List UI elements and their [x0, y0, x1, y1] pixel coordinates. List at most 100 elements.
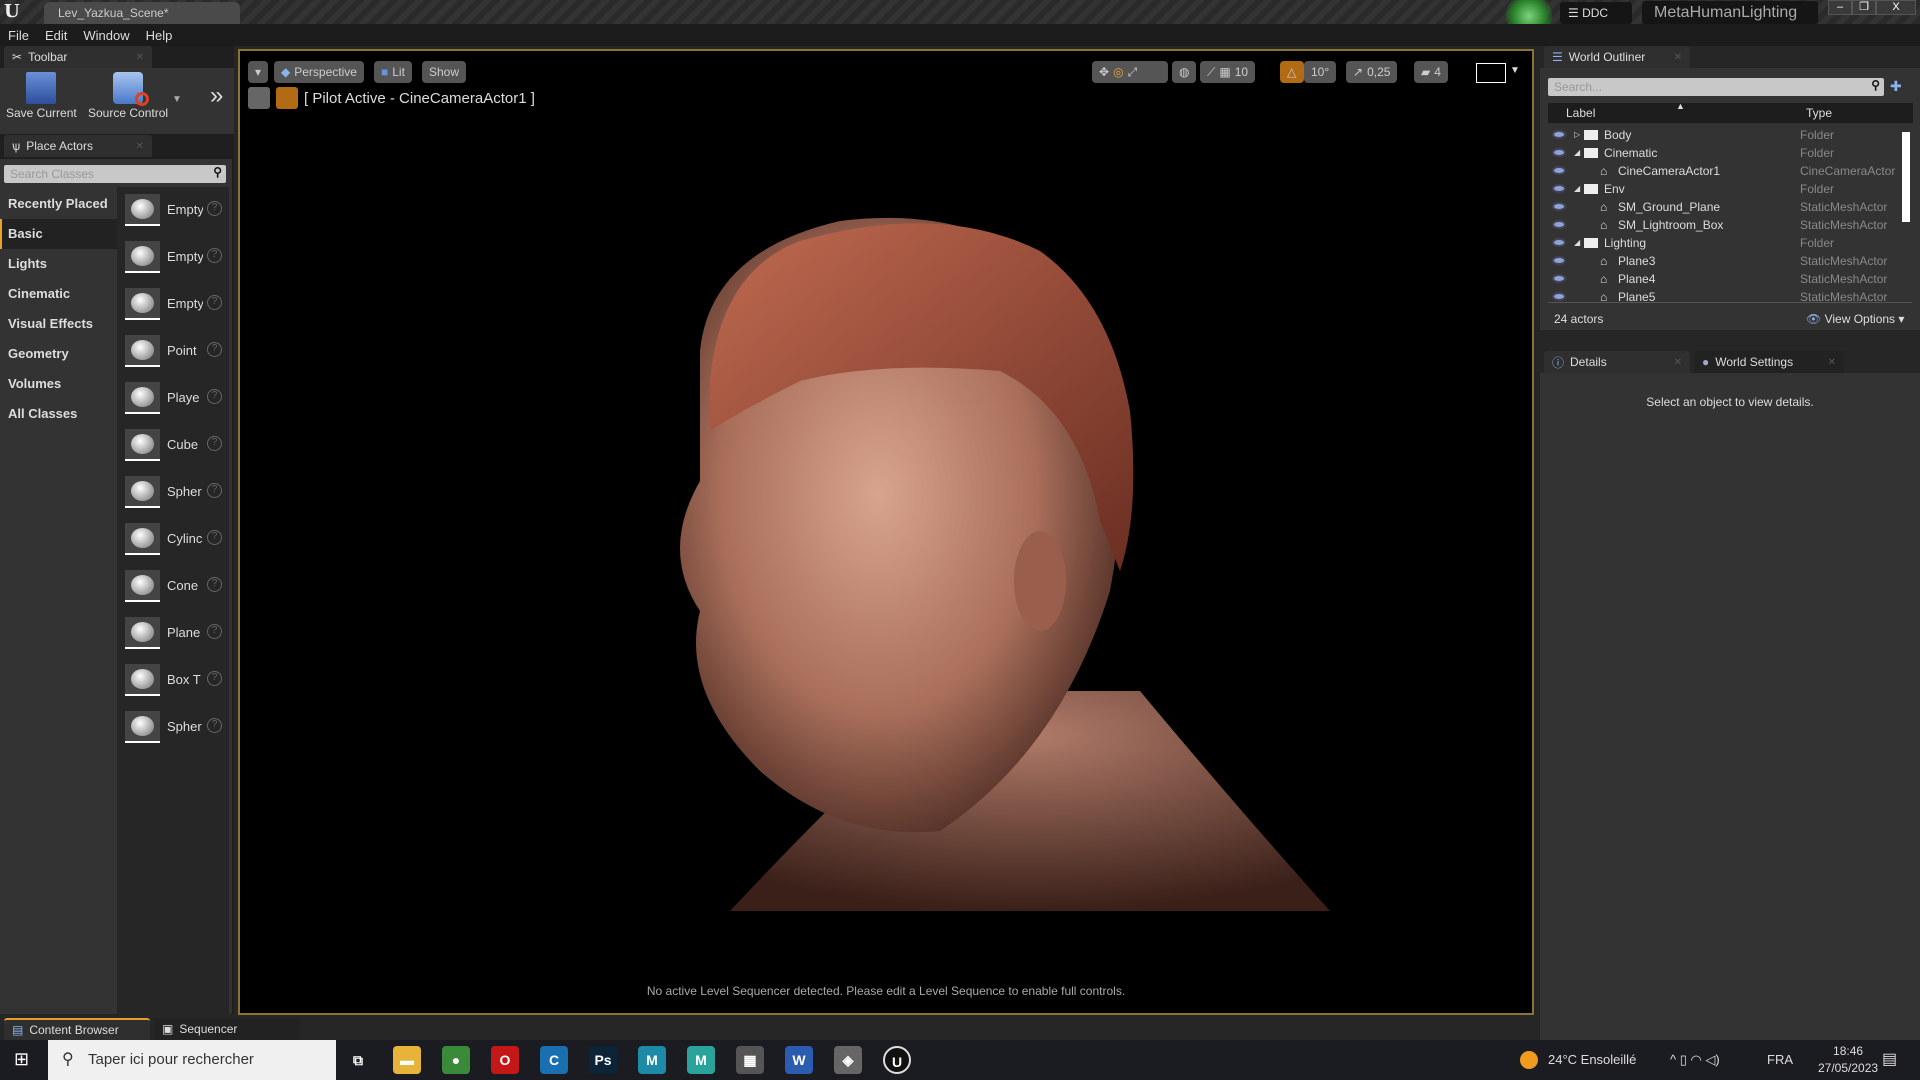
menu-window[interactable]: Window [75, 24, 137, 47]
category-all-classes[interactable]: All Classes [0, 399, 117, 429]
actor-item[interactable]: Spher? [117, 704, 229, 751]
tab-world-outliner[interactable]: ☰ World Outliner ✕ [1544, 46, 1690, 68]
actor-item[interactable]: Empty? [117, 281, 229, 328]
menu-help[interactable]: Help [138, 24, 181, 47]
tab-content-browser[interactable]: ▤ Content Browser [4, 1018, 150, 1040]
outliner-row[interactable]: ⌂ SM_Ground_Plane StaticMeshActor [1548, 198, 1888, 216]
menu-edit[interactable]: Edit [37, 24, 75, 47]
chevron-down-icon[interactable]: ▼ [1510, 65, 1520, 76]
rotate-icon[interactable]: ◎ [1113, 65, 1123, 79]
visibility-eye-icon[interactable] [1552, 274, 1566, 283]
help-icon[interactable]: ? [207, 342, 222, 357]
visibility-eye-icon[interactable] [1552, 130, 1566, 139]
scale-snap-button[interactable]: ↗ 0,25 [1346, 61, 1398, 83]
category-basic[interactable]: Basic [0, 219, 117, 249]
close-icon[interactable]: ✕ [136, 141, 144, 152]
rotation-snap-toggle[interactable]: △ [1280, 61, 1304, 83]
outliner-search-input[interactable]: Search... ⚲ [1548, 78, 1884, 96]
source-control-button[interactable]: Source Control [88, 72, 168, 120]
category-cinematic[interactable]: Cinematic [0, 279, 117, 309]
outliner-row[interactable]: ⌂ SM_Lightroom_Box StaticMeshActor [1548, 216, 1888, 234]
outliner-row[interactable]: ⌂ CineCameraActor1 CineCameraActor [1548, 162, 1895, 180]
clock[interactable]: 18:46 27/05/2023 [1818, 1044, 1878, 1075]
column-label[interactable]: Label [1566, 106, 1595, 120]
calculator-icon[interactable]: ▦ [736, 1046, 764, 1074]
category-geometry[interactable]: Geometry [0, 339, 117, 369]
actor-item[interactable]: Box T? [117, 657, 229, 704]
viewport-options-button[interactable]: ▾ [248, 61, 268, 83]
scale-icon[interactable]: ⤢ [1128, 65, 1138, 80]
outliner-row[interactable]: ◢ Lighting Folder [1548, 234, 1888, 252]
language-indicator[interactable]: FRA [1767, 1052, 1793, 1067]
expand-toolbar-button[interactable]: » [210, 82, 223, 110]
tab-toolbar[interactable]: ✂ Toolbar ✕ [4, 46, 152, 68]
column-type[interactable]: Type [1806, 106, 1832, 120]
expand-arrow-icon[interactable]: ◢ [1574, 148, 1580, 157]
outliner-row[interactable]: ▷ Body Folder [1548, 126, 1888, 144]
visibility-eye-icon[interactable] [1552, 238, 1566, 247]
close-button[interactable]: X [1876, 0, 1916, 15]
perspective-button[interactable]: ◆ Perspective [274, 61, 364, 83]
outliner-row[interactable]: ◢ Cinematic Folder [1548, 144, 1888, 162]
expand-arrow-icon[interactable]: ◢ [1574, 184, 1580, 193]
unreal-icon[interactable]: U [883, 1046, 911, 1074]
help-icon[interactable]: ? [207, 201, 222, 216]
visibility-eye-icon[interactable] [1552, 184, 1566, 193]
show-button[interactable]: Show [422, 61, 467, 83]
actor-item[interactable]: Cylinc? [117, 516, 229, 563]
view-options-button[interactable]: 👁 View Options ▾ [1806, 312, 1904, 326]
add-folder-icon[interactable]: ✚ [1890, 78, 1902, 95]
save-current-button[interactable]: Save Current [6, 72, 77, 120]
help-icon[interactable]: ? [207, 718, 222, 733]
opera-icon[interactable]: O [491, 1046, 519, 1074]
tray-icons[interactable]: ^ ▯ ◠ ◁) [1670, 1052, 1720, 1068]
tab-sequencer[interactable]: ▣ Sequencer [154, 1018, 300, 1040]
close-icon[interactable]: ✕ [1674, 357, 1682, 368]
visibility-eye-icon[interactable] [1552, 202, 1566, 211]
visibility-eye-icon[interactable] [1552, 148, 1566, 157]
outliner-row[interactable]: ⌂ Plane5 StaticMeshActor [1548, 288, 1888, 306]
outliner-row[interactable]: ⌂ Plane3 StaticMeshActor [1548, 252, 1888, 270]
restore-button[interactable]: ❐ [1852, 0, 1876, 15]
tab-details[interactable]: ⓘ Details ✕ [1544, 351, 1690, 373]
visibility-eye-icon[interactable] [1552, 292, 1566, 301]
actor-item[interactable]: Empty? [117, 187, 229, 234]
actor-item[interactable]: Point? [117, 328, 229, 375]
chrome-icon[interactable]: ● [442, 1046, 470, 1074]
level-viewport[interactable]: ▾ ◆ Perspective ■ Lit Show [ Pilot Active … [238, 49, 1534, 1015]
help-icon[interactable]: ? [207, 577, 222, 592]
category-lights[interactable]: Lights [0, 249, 117, 279]
category-volumes[interactable]: Volumes [0, 369, 117, 399]
move-icon[interactable]: ✥ [1099, 65, 1109, 79]
help-icon[interactable]: ? [207, 624, 222, 639]
actor-item[interactable]: Plane? [117, 610, 229, 657]
help-icon[interactable]: ? [207, 483, 222, 498]
ccleaner-icon[interactable]: C [540, 1046, 568, 1074]
maya-lt-icon[interactable]: M [687, 1046, 715, 1074]
help-icon[interactable]: ? [207, 295, 222, 310]
task-view-icon[interactable]: ⧉ [344, 1046, 372, 1074]
visibility-eye-icon[interactable] [1552, 256, 1566, 265]
expand-arrow-icon[interactable]: ▷ [1574, 130, 1580, 139]
pilot-camera-button[interactable] [276, 87, 298, 109]
category-visual-effects[interactable]: Visual Effects [0, 309, 117, 339]
camera-speed-button[interactable]: ▰ 4 [1414, 61, 1448, 83]
transform-tools[interactable]: ✥ ◎ ⤢ [1092, 61, 1168, 83]
photoshop-icon[interactable]: Ps [589, 1046, 617, 1074]
outliner-row[interactable]: ◢ Env Folder [1548, 180, 1888, 198]
file-explorer-icon[interactable]: ▬ [393, 1046, 421, 1074]
actor-item[interactable]: Cone? [117, 563, 229, 610]
help-icon[interactable]: ? [207, 436, 222, 451]
windows-start-icon[interactable]: ⊞ [14, 1049, 29, 1070]
chevron-down-icon[interactable]: ▼ [172, 94, 182, 105]
close-icon[interactable]: ✕ [1674, 52, 1682, 63]
visibility-eye-icon[interactable] [1552, 166, 1566, 175]
word-icon[interactable]: W [785, 1046, 813, 1074]
lit-button[interactable]: ■ Lit [374, 61, 412, 83]
menu-file[interactable]: File [0, 24, 37, 47]
search-classes-input[interactable]: Search Classes ⚲ [4, 165, 226, 183]
world-local-toggle[interactable]: ◍ [1172, 61, 1196, 83]
maya-icon[interactable]: M [638, 1046, 666, 1074]
taskbar-search-input[interactable]: ⚲ Taper ici pour rechercher [48, 1040, 336, 1080]
eject-button[interactable] [248, 87, 270, 109]
